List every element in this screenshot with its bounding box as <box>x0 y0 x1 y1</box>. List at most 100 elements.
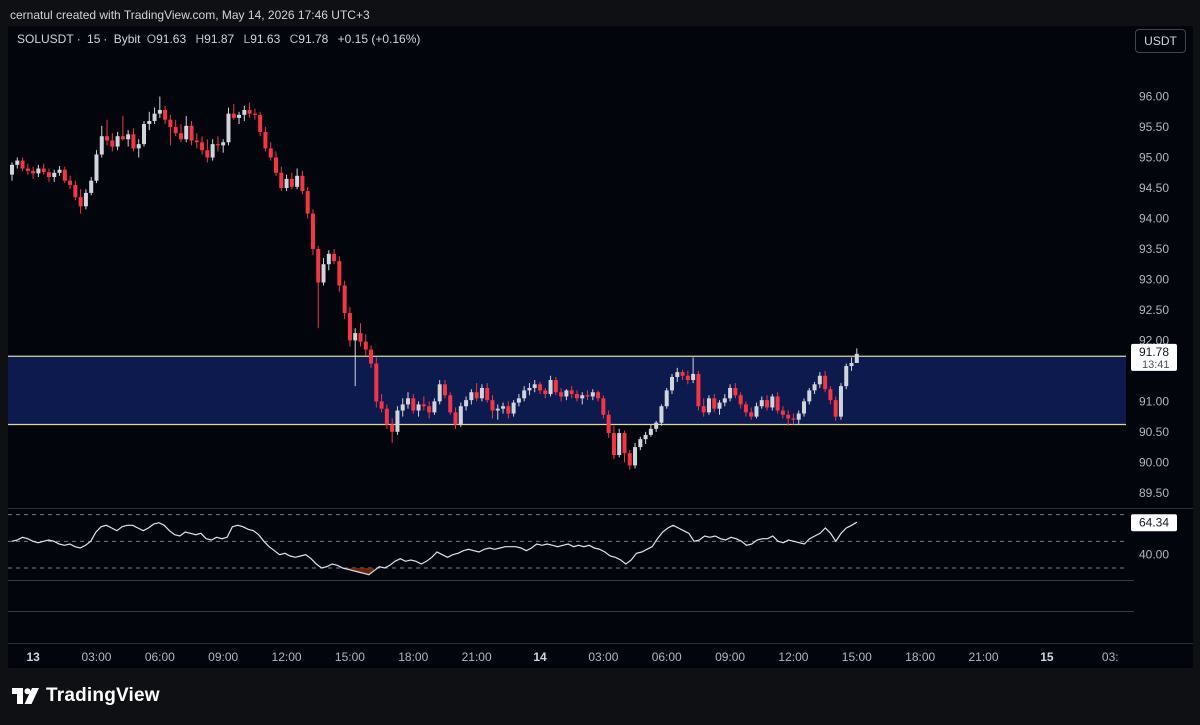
candle-body <box>105 136 110 141</box>
legend-low: 91.63 <box>250 32 281 46</box>
rsi-tick-label: 40.00 <box>1139 548 1169 562</box>
candle-body <box>390 424 395 432</box>
candle-body <box>522 390 527 399</box>
price-axis: 96.00 95.50 95.00 94.50 94.00 93.50 93.00 92.50… <box>1139 90 1169 500</box>
candle-body <box>548 380 553 395</box>
candle-body <box>643 434 648 440</box>
candle-body <box>712 398 717 409</box>
price-tick-label: 94.00 <box>1139 211 1169 225</box>
currency-button[interactable]: USDT <box>1135 29 1186 53</box>
candle-body <box>501 406 506 409</box>
candle-body <box>469 392 474 401</box>
legend-change: +0.15 (+0.16%) <box>337 32 421 46</box>
price-tick-label: 95.00 <box>1139 151 1169 165</box>
brand-name: TradingView <box>46 685 160 706</box>
time-tick-label: 12:00 <box>778 650 808 664</box>
tradingview-brand[interactable]: TradingView <box>12 685 160 707</box>
candle-body <box>780 410 785 415</box>
candle-body <box>400 404 405 411</box>
candle-body <box>89 180 94 193</box>
price-tick-label: 96.00 <box>1139 90 1169 104</box>
price-tick-label: 89.50 <box>1139 486 1169 500</box>
price-tick-label: 90.00 <box>1139 455 1169 469</box>
candle-body <box>701 406 706 413</box>
candle-body <box>110 140 115 147</box>
candle-body <box>131 134 136 149</box>
candle-body <box>205 150 210 158</box>
price-tick-label: 92.50 <box>1139 303 1169 317</box>
candle-body <box>574 394 579 399</box>
candle-body <box>136 144 141 149</box>
candle-body <box>765 400 770 408</box>
legend-close: 91.78 <box>298 32 329 46</box>
time-tick-label: 15:00 <box>842 650 872 664</box>
candle-body <box>838 386 843 417</box>
candle-body <box>395 410 400 432</box>
candle-body <box>210 144 215 158</box>
candle-body <box>844 366 849 387</box>
candle-body <box>342 285 347 313</box>
candle-body <box>152 113 157 121</box>
price-chart[interactable]: 96.00 95.50 95.00 94.50 94.00 93.50 93.00 92.50… <box>0 0 1200 725</box>
candle-body <box>722 398 727 403</box>
candle-body <box>274 157 278 173</box>
candle-body <box>263 131 268 149</box>
time-tick-label: 06:00 <box>145 650 175 664</box>
candle-body <box>358 333 363 342</box>
candle-body <box>823 375 828 390</box>
candle-body <box>78 197 83 207</box>
candle-body <box>126 134 131 140</box>
price-tick-label: 91.00 <box>1139 394 1169 408</box>
candle-body <box>184 125 189 140</box>
candle-body <box>506 406 511 414</box>
candle-body <box>490 400 495 411</box>
candle-body <box>231 113 236 118</box>
candle-body <box>379 401 384 409</box>
candle-body <box>786 414 791 419</box>
candle-body <box>633 447 638 466</box>
candle-body <box>247 109 252 114</box>
candle-body <box>284 178 289 189</box>
candle-body <box>421 404 426 407</box>
candle-body <box>606 414 611 434</box>
candle-body <box>854 353 859 363</box>
candle-body <box>268 148 273 158</box>
rsi-panel: 40.00 <box>8 514 1169 576</box>
candle-body <box>527 387 532 391</box>
candle-body <box>316 248 321 283</box>
candle-body <box>791 418 796 420</box>
candle-body <box>52 172 57 178</box>
candle-body <box>812 384 817 391</box>
legend-open-label: O <box>146 32 157 46</box>
legend-symbol[interactable]: SOLUSDT <box>17 32 74 46</box>
candle-body <box>538 384 542 391</box>
candle-body <box>485 387 490 401</box>
candle-body <box>353 333 358 341</box>
price-tick-label: 93.00 <box>1139 272 1169 286</box>
candle-body <box>226 113 231 143</box>
candle-body <box>553 380 558 393</box>
candle-body <box>743 404 748 413</box>
symbol-legend: SOLUSDT · 15 · Bybit O91.63 H91.87 L91.63 … <box>17 32 421 46</box>
candle-body <box>622 433 627 454</box>
candle-body <box>406 398 410 405</box>
candle-body <box>738 395 743 405</box>
candle-body <box>601 398 606 415</box>
candle-body <box>770 396 775 408</box>
candle-body <box>696 373 701 407</box>
candle-body <box>728 387 733 399</box>
candle-body <box>638 439 643 448</box>
legend-open: 91.63 <box>156 32 187 46</box>
candle-body <box>15 160 20 165</box>
time-tick-label: 09:00 <box>208 650 238 664</box>
candle-body <box>611 433 616 456</box>
time-tick-label: 15 <box>1040 650 1054 664</box>
candle-body <box>432 401 437 413</box>
candle-body <box>817 375 822 385</box>
candle-body <box>659 406 664 423</box>
candle-body <box>374 363 379 402</box>
candle-body <box>495 408 500 411</box>
candle-body <box>252 113 257 115</box>
candle-body <box>691 373 696 381</box>
price-tick-label: 95.50 <box>1139 120 1169 134</box>
